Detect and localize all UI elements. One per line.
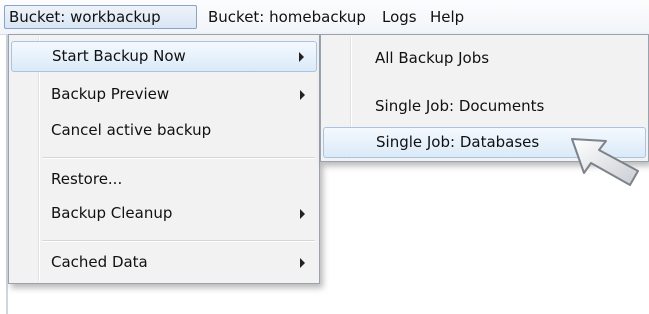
submenu-item-all-backup-jobs[interactable]: All Backup Jobs [323,43,646,74]
menu-bucket-homebackup[interactable]: Bucket: homebackup [204,5,370,29]
menu-bucket-homebackup-label: Bucket: homebackup [208,8,366,26]
menu-item-label: Start Backup Now [52,47,186,65]
submenu-item-label: Single Job: Databases [376,133,540,151]
bucket-dropdown-menu: Start Backup Now Backup Preview Cancel a… [8,34,320,284]
chevron-right-icon [299,51,304,62]
menu-item-label: Backup Preview [51,85,170,103]
menu-separator [42,240,315,242]
arrow-pointer-icon [571,138,639,186]
submenu-item-single-job-documents[interactable]: Single Job: Documents [323,91,646,122]
menu-bucket-workbackup[interactable]: Bucket: workbackup [4,5,197,29]
menu-item-cancel-active-backup[interactable]: Cancel active backup [11,115,317,146]
menu-item-cached-data[interactable]: Cached Data [11,247,317,278]
menu-item-start-backup-now[interactable]: Start Backup Now [11,41,317,72]
menu-item-backup-preview[interactable]: Backup Preview [11,79,317,110]
menu-icon-gutter [38,37,40,281]
menu-item-label: Cached Data [51,253,148,271]
menu-logs[interactable]: Logs [378,5,421,29]
chevron-right-icon [300,89,305,100]
submenu-item-label: Single Job: Documents [375,97,545,115]
menu-bar: Bucket: workbackup Bucket: homebackup Lo… [0,0,649,35]
menu-item-label: Restore... [51,170,123,188]
menu-item-label: Backup Cleanup [51,204,173,222]
menu-help[interactable]: Help [426,5,468,29]
menu-item-backup-cleanup[interactable]: Backup Cleanup [11,198,317,229]
submenu-item-label: All Backup Jobs [375,49,490,67]
menu-item-restore[interactable]: Restore... [11,164,317,195]
menu-separator [42,157,315,159]
chevron-right-icon [300,257,305,268]
menu-bucket-workbackup-label: Bucket: workbackup [9,8,161,26]
menu-logs-label: Logs [382,8,417,26]
menu-help-label: Help [430,8,465,26]
chevron-right-icon [300,208,305,219]
menu-item-label: Cancel active backup [51,121,212,139]
